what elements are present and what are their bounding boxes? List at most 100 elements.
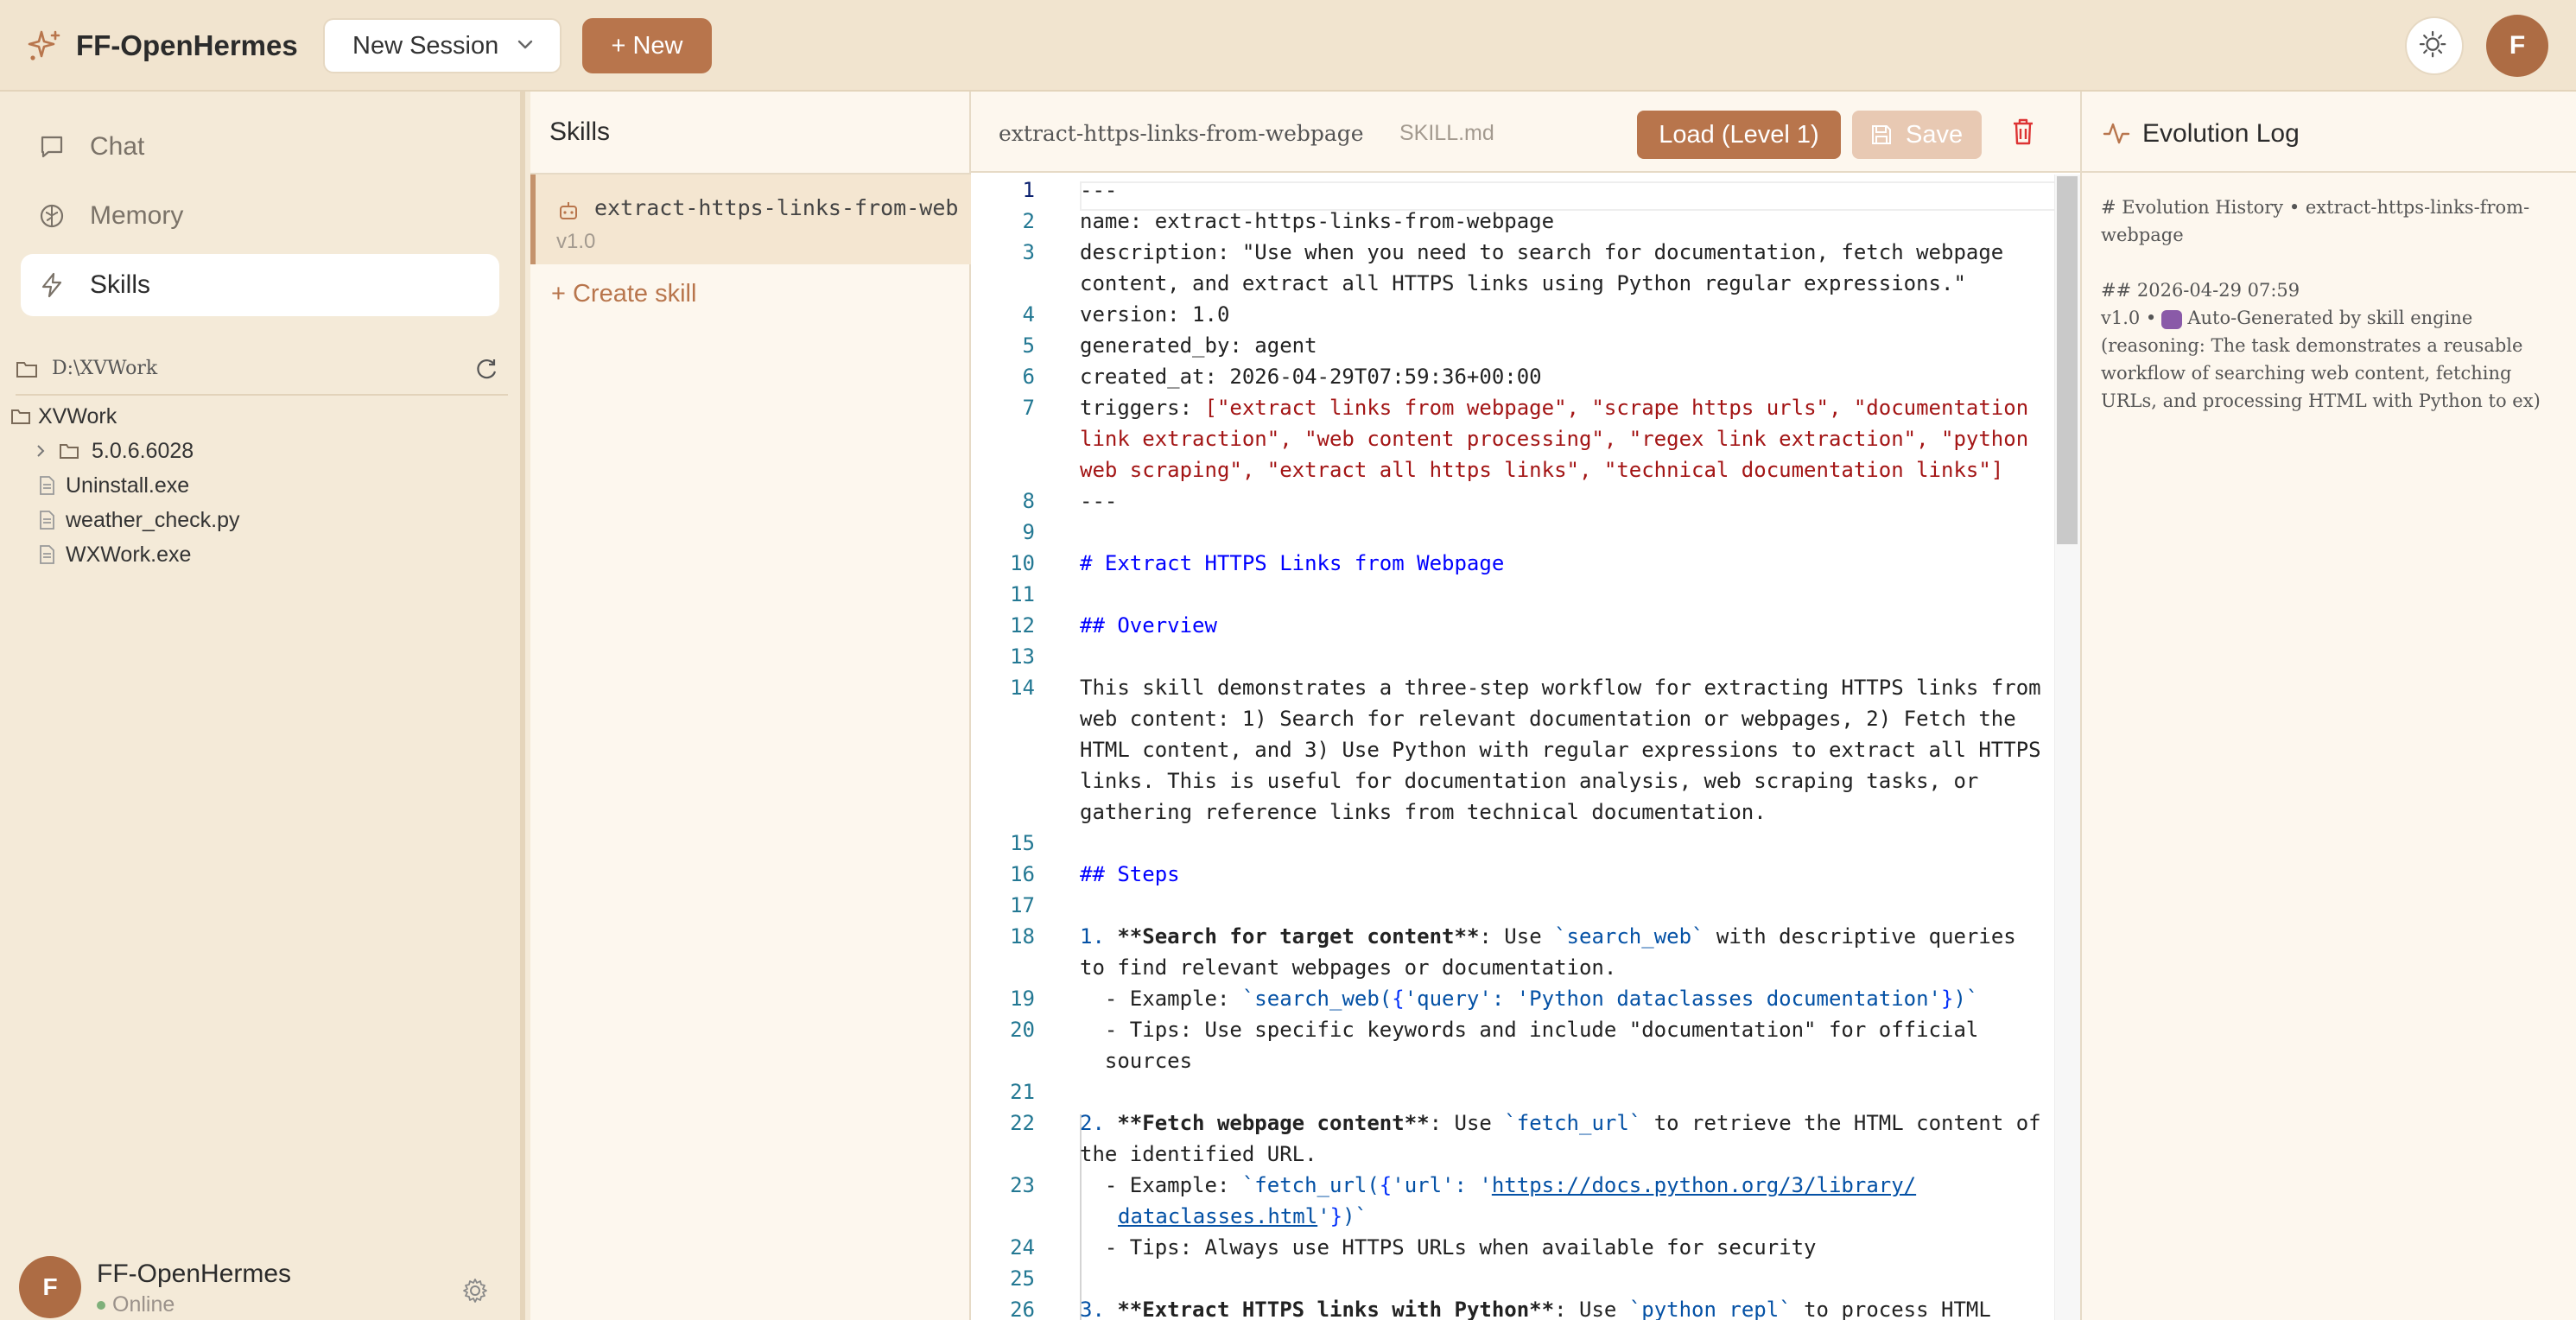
code-token: 1. — [1080, 924, 1118, 949]
code-line: --- — [1080, 489, 1118, 513]
code-link[interactable]: https://docs.python.org/3/library/ — [1492, 1173, 1916, 1197]
evolution-title: Evolution Log — [2142, 119, 2300, 148]
code-line: version: 1.0 — [1080, 302, 1230, 327]
line-number: 22 — [1010, 1111, 1035, 1135]
code-editor[interactable]: 1 2 3 4 5 6 7 8 9 10 11 12 13 14 15 16 1… — [971, 175, 2080, 1320]
sidebar-item-chat[interactable]: Chat — [21, 116, 499, 178]
code-link[interactable]: dataclasses.html — [1118, 1204, 1317, 1228]
code-token: triggers: — [1080, 396, 1205, 420]
session-select[interactable]: New Session — [323, 18, 562, 73]
evolution-entry-date: ## 2026-04-29 07:59 — [2101, 280, 2300, 301]
load-level-button[interactable]: Load (Level 1) — [1637, 111, 1841, 159]
skill-list-item[interactable]: extract-https-links-from-webpage v1.0 — [530, 175, 971, 264]
line-number: 17 — [1010, 893, 1035, 917]
file-icon — [40, 476, 54, 495]
sidebar-item-memory[interactable]: Memory — [21, 185, 499, 247]
line-number: 7 — [1022, 396, 1035, 420]
code-line: ## Steps — [1080, 862, 1180, 886]
file-title: extract-https-links-from-webpage — [999, 121, 1364, 146]
user-footer: F FF-OpenHermes Online — [0, 1235, 520, 1320]
chevron-down-icon — [517, 40, 533, 49]
line-number: 13 — [1010, 644, 1035, 669]
line-number-gutter: 1 2 3 4 5 6 7 8 9 10 11 12 13 14 15 16 1… — [971, 175, 1075, 1320]
code-token: `search_web( — [1241, 987, 1393, 1011]
editor-scrollbar[interactable] — [2054, 175, 2080, 1320]
line-number: 19 — [1010, 987, 1035, 1011]
chat-icon — [41, 136, 63, 158]
robot-emoji-icon — [2161, 309, 2183, 329]
code-line: - Example: `search_web({'query': 'Python… — [1080, 983, 1978, 1014]
sidebar-item-skills[interactable]: Skills — [21, 254, 499, 316]
tree-item-file[interactable]: weather_check.py — [36, 503, 240, 537]
code-token: 3. — [1080, 1298, 1118, 1320]
line-number: 18 — [1010, 924, 1035, 949]
code-token: } — [1941, 987, 1954, 1011]
session-select-label: New Session — [352, 32, 499, 60]
line-number: 3 — [1022, 240, 1035, 264]
code-token: } — [1329, 1204, 1343, 1228]
trash-icon[interactable] — [2009, 116, 2037, 147]
code-line: - Example: `fetch_url({'url': 'https://d… — [1080, 1170, 1916, 1201]
code-token: )` — [1953, 987, 1979, 1011]
line-number: 9 — [1022, 520, 1035, 544]
code-line: 3. **Extract HTTPS links with Python**: … — [1080, 1294, 1991, 1320]
code-token: `fetch_url( — [1241, 1173, 1380, 1197]
code-line: name: extract-https-links-from-webpage — [1080, 209, 1555, 233]
user-avatar-top[interactable]: F — [2486, 15, 2548, 77]
code-line: 1. **Search for target content**: Use `s… — [1080, 921, 2016, 952]
save-label: Save — [1906, 121, 1964, 149]
new-session-button[interactable]: + New — [582, 18, 712, 73]
avatar[interactable]: F — [19, 1256, 81, 1318]
tree-item-folder[interactable]: 5.0.6.6028 — [33, 434, 194, 468]
brain-icon — [40, 204, 64, 228]
code-line: content, and extract all HTTPS links usi… — [1080, 271, 1966, 295]
folder-icon — [16, 362, 37, 378]
line-number: 16 — [1010, 862, 1035, 886]
create-skill-button[interactable]: + Create skill — [551, 280, 696, 308]
line-number: 1 — [1022, 178, 1035, 202]
save-button[interactable]: Save — [1852, 111, 1982, 159]
evolution-header: Evolution Log — [2082, 92, 2576, 173]
tree-item-file[interactable]: WXWork.exe — [36, 537, 191, 572]
line-number: 15 — [1010, 831, 1035, 855]
tree-item-label: WXWork.exe — [66, 543, 192, 567]
line-number: 8 — [1022, 489, 1035, 513]
code-line: # Extract HTTPS Links from Webpage — [1080, 551, 1505, 575]
theme-toggle-button[interactable] — [2405, 16, 2464, 75]
save-icon — [1872, 125, 1891, 144]
status-text: Online — [112, 1292, 175, 1317]
line-number: 10 — [1010, 551, 1035, 575]
code-token: ["extract links from webpage", "scrape h… — [1204, 396, 2029, 420]
code-token: ) Fetch the — [1878, 707, 2016, 731]
line-number: 26 — [1010, 1298, 1035, 1320]
editor-panel: extract-https-links-from-webpage SKILL.m… — [971, 92, 2080, 1320]
code-line: created_at: 2026-04-29T07:59:36+00:00 — [1080, 365, 1542, 389]
code-token: { — [1392, 987, 1405, 1011]
evolution-panel: Evolution Log # Evolution History • extr… — [2080, 92, 2576, 1320]
code-line: web scraping", "extract all https links"… — [1080, 458, 2004, 482]
workspace-path: D:\XVWork — [52, 358, 158, 379]
sidebar: Chat Memory Skills D:\XVWork XVWork 5.0.… — [0, 92, 525, 1320]
entry-version: v1.0 • — [2101, 308, 2157, 328]
code-token: - Example: — [1080, 987, 1242, 1011]
user-name: FF-OpenHermes — [97, 1260, 292, 1288]
sparkle-logo-icon — [28, 30, 60, 60]
code-line: HTML content, and 3) Use Python with reg… — [1080, 734, 2041, 765]
gear-icon[interactable] — [461, 1277, 489, 1304]
skill-version: v1.0 — [556, 230, 596, 253]
evolution-entry: v1.0 • Auto-Generated by skill engine (re… — [2101, 304, 2567, 415]
lightning-icon — [41, 272, 62, 298]
code-token: `python_repl` — [1628, 1298, 1792, 1320]
sun-icon — [2419, 30, 2446, 58]
scrollbar-thumb[interactable] — [2057, 176, 2078, 544]
tree-item-file[interactable]: Uninstall.exe — [36, 468, 189, 503]
file-name: SKILL.md — [1399, 121, 1494, 145]
code-line: ## Overview — [1080, 613, 1217, 638]
tree-root-folder[interactable]: XVWork — [10, 399, 117, 434]
code-token: **Extract HTTPS links with Python** — [1117, 1298, 1555, 1320]
skill-name: extract-https-links-from-webpage — [594, 195, 957, 220]
code-line: generated_by: agent — [1080, 333, 1317, 358]
folder-open-icon — [11, 409, 30, 424]
refresh-icon[interactable] — [473, 356, 499, 382]
code-line: links. This is useful for documentation … — [1080, 769, 1979, 793]
